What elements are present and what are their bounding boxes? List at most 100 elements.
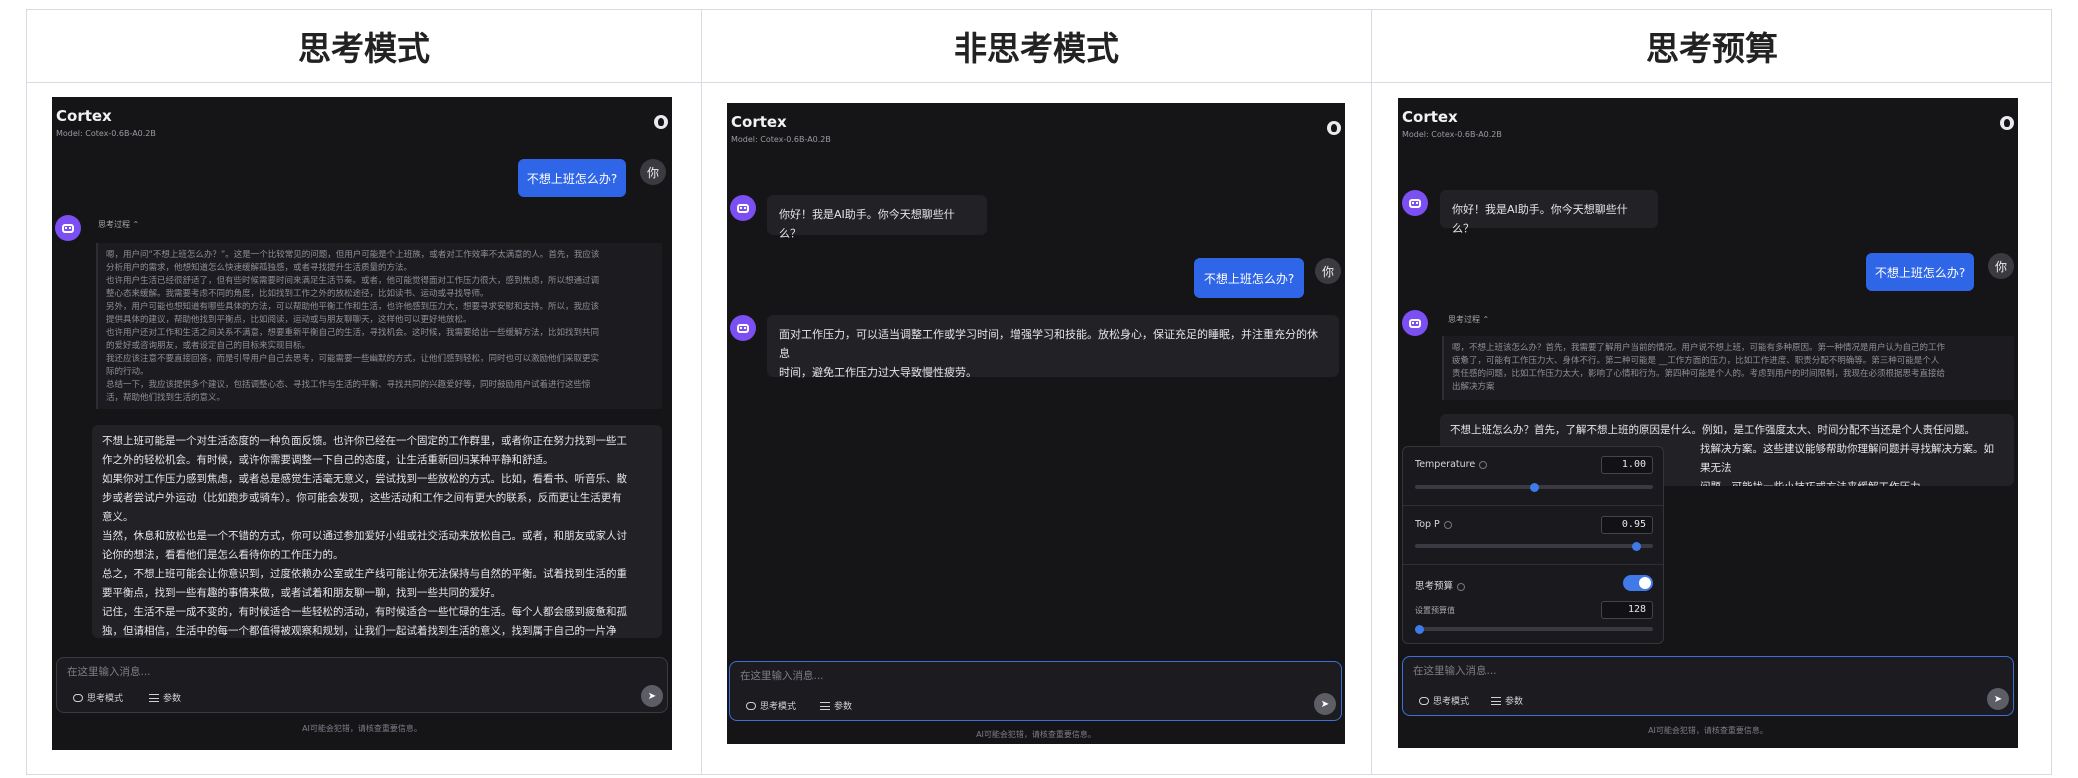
answer-line: 不想上班怎么办？首先，了解不想上班的原因是什么。例如，是工作强度太大、时间分配不… <box>1450 424 1975 436</box>
user-message: 不想上班怎么办? <box>1194 258 1304 298</box>
assistant-answer: 不想上班可能是一个对生活态度的一种负面反馈。也许你已经在一个固定的工作群里，或者… <box>92 425 662 638</box>
assistant-answer: 面对工作压力，可以适当调整工作或学习时间，增强学习和技能。放松身心，保证充足的睡… <box>767 315 1339 379</box>
github-icon[interactable] <box>2000 116 2014 130</box>
sliders-icon <box>820 701 830 710</box>
send-button[interactable]: ➤ <box>1987 688 2009 710</box>
bot-avatar <box>730 195 756 221</box>
thinking-line: 疲惫了，可能有工作压力大、身体不行。第二种可能是 __工作方面的压力，比如工作进… <box>1452 356 1940 366</box>
message-input-box[interactable]: 在这里输入消息... 思考模式 参数 ➤ <box>1402 656 2014 716</box>
thinking-line: 也许用户还对工作和生活之间关系不满意，想要重新平衡自己的生活，寻找机会。这时候，… <box>106 328 600 338</box>
app-brand: Cortex <box>731 113 787 131</box>
thinking-line: 出解决方案 <box>1452 382 1495 392</box>
app-brand: Cortex <box>1402 108 1458 126</box>
params-label: 参数 <box>1505 697 1524 707</box>
answer-line: 意义。 <box>102 511 134 523</box>
topp-slider-thumb[interactable] <box>1631 541 1641 551</box>
budget-sub-label: 设置预算值 <box>1415 606 1455 615</box>
think-mode-label: 思考模式 <box>760 702 797 712</box>
think-mode-button[interactable]: 思考模式 <box>73 691 123 704</box>
model-label: Model: Cotex-0.6B-A0.2B <box>56 129 156 138</box>
model-label: Model: Cotex-0.6B-A0.2B <box>1402 130 1502 139</box>
send-button[interactable]: ➤ <box>641 685 663 707</box>
app-brand: Cortex <box>56 107 112 125</box>
topp-label-text: Top P <box>1415 519 1440 530</box>
header-divider <box>27 82 2051 83</box>
model-label: Model: Cotex-0.6B-A0.2B <box>731 135 831 144</box>
answer-line: 记住，生活不是一成不变的，有时候适合一些轻松的活动，有时候适合一些忙碌的生活。每… <box>102 606 627 618</box>
disclaimer: AI可能会犯错，请核查重要信息。 <box>302 724 422 733</box>
temperature-label-text: Temperature <box>1415 459 1476 470</box>
message-input-box[interactable]: 在这里输入消息... 思考模式 参数 ➤ <box>56 657 668 713</box>
thinking-line: 责任感的问题，比如工作压力太大，影响了心情和行为。第四种可能是个人的。考虑到用户… <box>1452 369 1946 379</box>
bot-avatar <box>1402 310 1428 336</box>
temperature-slider[interactable] <box>1415 482 1653 492</box>
robot-icon <box>1409 198 1421 208</box>
message-input-box[interactable]: 在这里输入消息... 思考模式 参数 ➤ <box>729 661 1342 721</box>
assistant-greeting: 你好！我是AI助手。你今天想聊些什么？ <box>1440 190 1658 235</box>
robot-icon <box>62 223 74 233</box>
thinking-line: 总结一下，我应该提供多个建议，包括调整心态、寻找工作与生活的平衡、寻找共同的兴趣… <box>106 380 591 390</box>
think-mode-button[interactable]: 思考模式 <box>746 699 796 712</box>
divider <box>1403 564 1663 565</box>
answer-line: 步或者尝试户外运动（比如跑步或骑车）。你可能会发现，这些活动和工作之间有更大的联… <box>102 492 622 504</box>
sliders-icon <box>1491 696 1501 705</box>
params-button[interactable]: 参数 <box>149 691 181 704</box>
thinking-content: 嗯，用户问“不想上班怎么办？”。这是一个比较常见的问题，但用户可能是个上班族，或… <box>96 243 662 409</box>
column-divider <box>701 10 702 774</box>
think-process-toggle[interactable]: 思考过程 ⌃ <box>98 219 139 230</box>
answer-line: 论你的想法，看看他们是怎么看待你的工作压力的。 <box>102 549 344 561</box>
column-divider <box>1371 10 1372 774</box>
answer-line: 总之，不想上班可能会让你意识到，过度依赖办公室或生产线可能让你无法保持与自然的平… <box>102 568 627 580</box>
user-avatar: 你 <box>1988 253 2014 279</box>
bot-avatar <box>55 215 81 241</box>
params-button[interactable]: 参数 <box>1491 694 1523 707</box>
send-button[interactable]: ➤ <box>1314 693 1336 715</box>
answer-line: 如果你对工作压力感到焦虑，或者总是感觉生活毫无意义，尝试找到一些放松的方式。比如… <box>102 473 627 485</box>
send-icon: ➤ <box>1993 693 2003 705</box>
thinking-line: 我还应该注意不要直接回答，而是引导用户自己去思考，可能需要一些幽默的方式，让他们… <box>106 354 600 364</box>
budget-label: 思考预算 <box>1415 578 1466 592</box>
temperature-input[interactable]: 1.00 <box>1601 456 1653 474</box>
think-mode-label: 思考模式 <box>1433 697 1470 707</box>
thinking-line: 际的行动。 <box>106 367 149 377</box>
budget-slider[interactable] <box>1415 624 1653 634</box>
github-icon[interactable] <box>654 115 668 129</box>
budget-slider-thumb[interactable] <box>1415 624 1425 634</box>
thinking-line: 活，帮助他们找到生活的意义。 <box>106 393 226 403</box>
help-icon[interactable] <box>1443 520 1452 529</box>
message-input[interactable]: 在这里输入消息... <box>1413 663 1497 678</box>
send-icon: ➤ <box>647 690 657 702</box>
brain-icon <box>73 693 83 702</box>
answer-line: 不想上班可能是一个对生活态度的一种负面反馈。也许你已经在一个固定的工作群里，或者… <box>102 435 627 447</box>
think-process-toggle[interactable]: 思考过程 ⌃ <box>1448 314 1489 325</box>
help-icon[interactable] <box>1479 460 1488 469</box>
message-input[interactable]: 在这里输入消息... <box>67 664 151 679</box>
params-label: 参数 <box>163 694 182 704</box>
answer-line: 作之外的轻松机会。有时候，或许你需要调整一下自己的态度，让生活重新回归某种平静和… <box>102 454 554 466</box>
column-header-non-thinking: 非思考模式 <box>954 29 1119 68</box>
divider <box>1403 505 1663 506</box>
params-button[interactable]: 参数 <box>820 699 852 712</box>
sliders-icon <box>149 693 159 702</box>
chat-panel-budget: Cortex Model: Cotex-0.6B-A0.2B 你好！我是AI助手… <box>1398 98 2018 748</box>
chevron-up-icon: ⌃ <box>132 220 140 229</box>
think-mode-button[interactable]: 思考模式 <box>1419 694 1469 707</box>
thinking-line: 整心态来缓解。我需要考虑不同的角度，比如找到工作之外的放松途径，比如读书、运动或… <box>106 289 489 299</box>
budget-toggle[interactable] <box>1623 575 1653 591</box>
thinking-line: 分析用户的需求，他想知道怎么快速缓解孤独感，或者寻找提升生活质量的方法。 <box>106 263 413 273</box>
robot-icon <box>1409 318 1421 328</box>
github-icon[interactable] <box>1327 121 1341 135</box>
disclaimer: AI可能会犯错，请核查重要信息。 <box>1648 726 1768 735</box>
params-popover: Temperature 1.00 Top P 0.95 思考预算 设置预算值 1… <box>1402 446 1664 644</box>
temperature-slider-thumb[interactable] <box>1529 482 1539 492</box>
answer-line: 当然，休息和放松也是一个不错的方式，你可以通过参加爱好小组或社交活动来放松自己。… <box>102 530 627 542</box>
think-mode-label: 思考模式 <box>87 694 124 704</box>
topp-input[interactable]: 0.95 <box>1601 516 1653 534</box>
bot-avatar <box>1402 190 1428 216</box>
message-input[interactable]: 在这里输入消息... <box>740 668 824 683</box>
column-header-budget: 思考预算 <box>1646 29 1778 68</box>
topp-slider[interactable] <box>1415 541 1653 551</box>
budget-input[interactable]: 128 <box>1601 601 1653 619</box>
robot-icon <box>737 203 749 213</box>
help-icon[interactable] <box>1457 582 1466 591</box>
